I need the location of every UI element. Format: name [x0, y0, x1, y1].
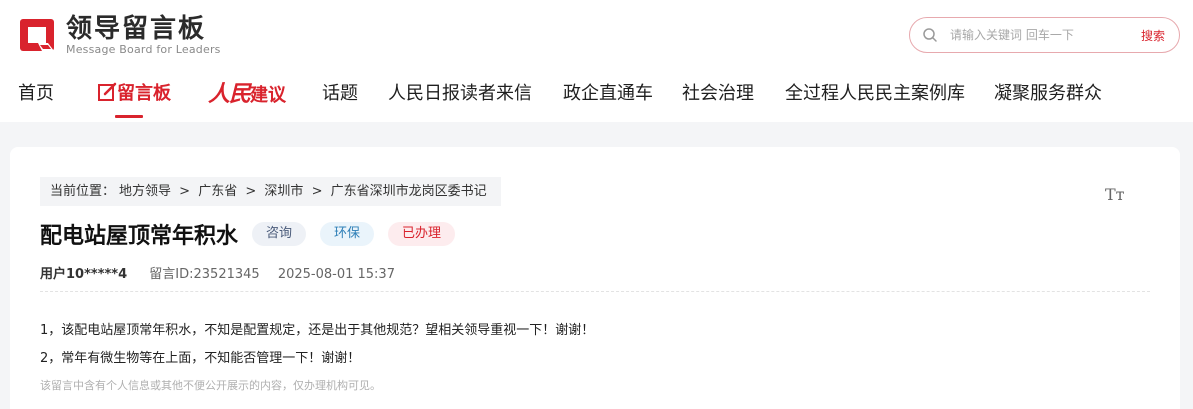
breadcrumb-item[interactable]: 地方领导: [119, 184, 171, 199]
peoples-suggestions-brand: 人民: [208, 81, 251, 107]
title-row: 配电站屋顶常年积水 咨询 环保 已办理: [40, 219, 456, 249]
nav-item-message-board-label: 留言板: [117, 83, 171, 104]
search-box: 搜索: [909, 17, 1180, 53]
peoples-suggestions-label: 建议: [250, 85, 287, 106]
nav-item-peoples-suggestions[interactable]: 人民建议: [208, 78, 286, 112]
nav-item-readers-letters[interactable]: 人民日报读者来信: [388, 78, 532, 110]
font-size-toggle-icon[interactable]: Tт: [1105, 185, 1125, 204]
nav-item-gov-enterprise[interactable]: 政企直通车: [563, 78, 653, 110]
breadcrumb-item[interactable]: 深圳市: [264, 184, 303, 199]
nav-item-democracy-cases[interactable]: 全过程人民民主案例库: [785, 78, 965, 110]
search-input[interactable]: [950, 28, 1120, 42]
board-logo-icon: [18, 15, 58, 55]
nav-item-serve-masses[interactable]: 凝聚服务群众: [994, 78, 1102, 110]
status-badge: 已办理: [388, 222, 456, 246]
message-meta: 用户10*****4 留言ID:23521345 2025-08-01 15:3…: [40, 263, 395, 282]
message-datetime: 2025-08-01 15:37: [277, 267, 395, 282]
logo-subtitle: Message Board for Leaders: [66, 43, 221, 56]
author-name: 用户10*****4: [40, 267, 128, 282]
nav-item-message-board[interactable]: 留言板: [97, 78, 171, 118]
privacy-note: 该留言中含有个人信息或其他不便公开展示的内容，仅办理机构可见。: [40, 379, 381, 392]
tag-consult: 咨询: [252, 222, 307, 246]
breadcrumb-separator: >: [179, 184, 191, 199]
search-button[interactable]: 搜索: [1141, 27, 1165, 44]
breadcrumb-separator: >: [311, 184, 323, 199]
message-title: 配电站屋顶常年积水: [40, 224, 239, 249]
breadcrumb: 当前位置： 地方领导 > 广东省 > 深圳市 > 广东省深圳市龙岗区委书记: [40, 177, 501, 206]
divider: [40, 291, 1150, 292]
breadcrumb-item[interactable]: 广东省深圳市龙岗区委书记: [331, 184, 487, 199]
breadcrumb-item[interactable]: 广东省: [198, 184, 237, 199]
pen-edit-icon: [98, 82, 117, 101]
breadcrumb-prefix: 当前位置：: [50, 184, 116, 199]
tag-environment: 环保: [320, 222, 375, 246]
logo-title: 领导留言板: [66, 14, 207, 44]
message-body: 1，该配电站屋顶常年积水，不知是配置规定，还是出于其他规范？望相关领导重视一下！…: [40, 317, 594, 373]
site-logo[interactable]: 领导留言板 Message Board for Leaders: [18, 14, 221, 56]
message-id: 留言ID:23521345: [149, 267, 260, 282]
nav-item-home[interactable]: 首页: [18, 78, 54, 110]
search-icon: [923, 28, 937, 42]
body-paragraph: 2，常年有微生物等在上面，不知能否管理一下！谢谢！: [40, 351, 361, 366]
nav-item-social-governance[interactable]: 社会治理: [682, 78, 754, 110]
breadcrumb-separator: >: [245, 184, 257, 199]
active-tab-indicator: [115, 115, 143, 118]
top-header: 领导留言板 Message Board for Leaders 搜索 首页 留言…: [0, 0, 1193, 122]
body-paragraph: 1，该配电站屋顶常年积水，不知是配置规定，还是出于其他规范？望相关领导重视一下！…: [40, 323, 595, 338]
nav-item-topics[interactable]: 话题: [322, 78, 358, 110]
message-card: 当前位置： 地方领导 > 广东省 > 深圳市 > 广东省深圳市龙岗区委书记 Tт …: [10, 147, 1180, 409]
